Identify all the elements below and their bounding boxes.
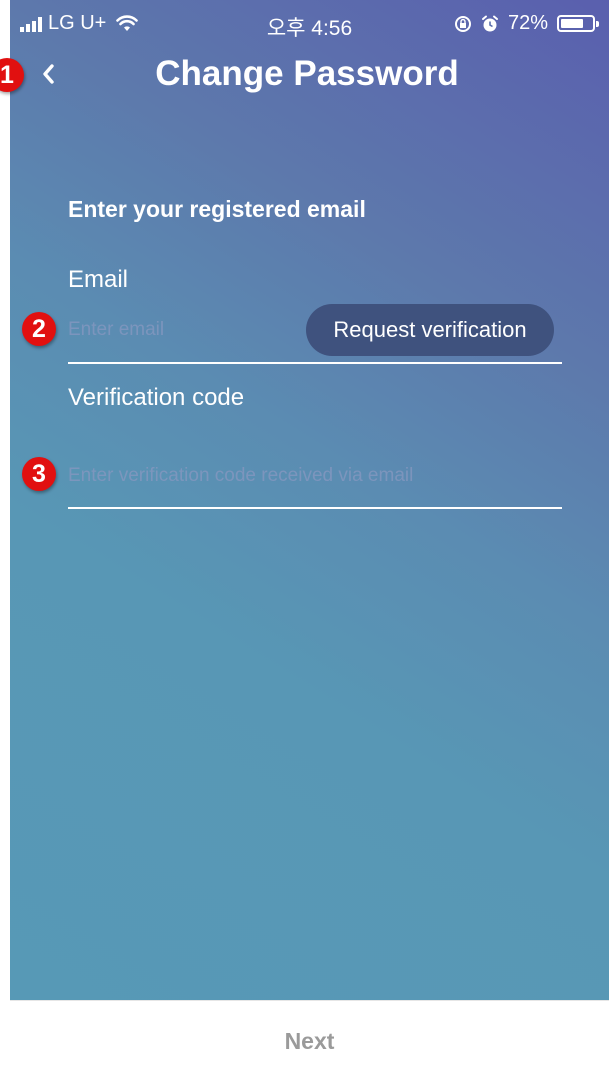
footer-bar: Next bbox=[10, 1000, 609, 1089]
verification-code-underline bbox=[68, 507, 562, 509]
verification-code-label: Verification code bbox=[68, 384, 245, 411]
annotation-badge-2: 2 bbox=[22, 312, 56, 346]
verification-code-input[interactable] bbox=[68, 462, 558, 490]
gradient-background bbox=[10, 0, 609, 1000]
frame-border-left bbox=[0, 0, 10, 1089]
email-input[interactable] bbox=[68, 316, 298, 344]
email-underline bbox=[68, 362, 562, 364]
section-title: Enter your registered email bbox=[68, 196, 366, 222]
email-label: Email bbox=[68, 266, 129, 293]
battery-icon bbox=[557, 15, 599, 32]
alarm-icon bbox=[481, 15, 498, 31]
page-title: Change Password bbox=[155, 54, 459, 93]
next-button[interactable]: Next bbox=[10, 1027, 609, 1056]
battery-percentage: 72% bbox=[507, 12, 548, 34]
request-verification-button[interactable]: Request verification bbox=[306, 304, 554, 356]
rotation-lock-icon bbox=[454, 15, 471, 32]
status-bar: LG U+ 오후 4:56 72% bbox=[10, 0, 609, 44]
frame-border-right bbox=[609, 0, 614, 1089]
annotation-badge-3: 3 bbox=[22, 457, 56, 491]
status-bar-right: 72% bbox=[454, 12, 599, 35]
change-password-screen: LG U+ 오후 4:56 72% Change Password 1 2 3 … bbox=[0, 0, 614, 1089]
